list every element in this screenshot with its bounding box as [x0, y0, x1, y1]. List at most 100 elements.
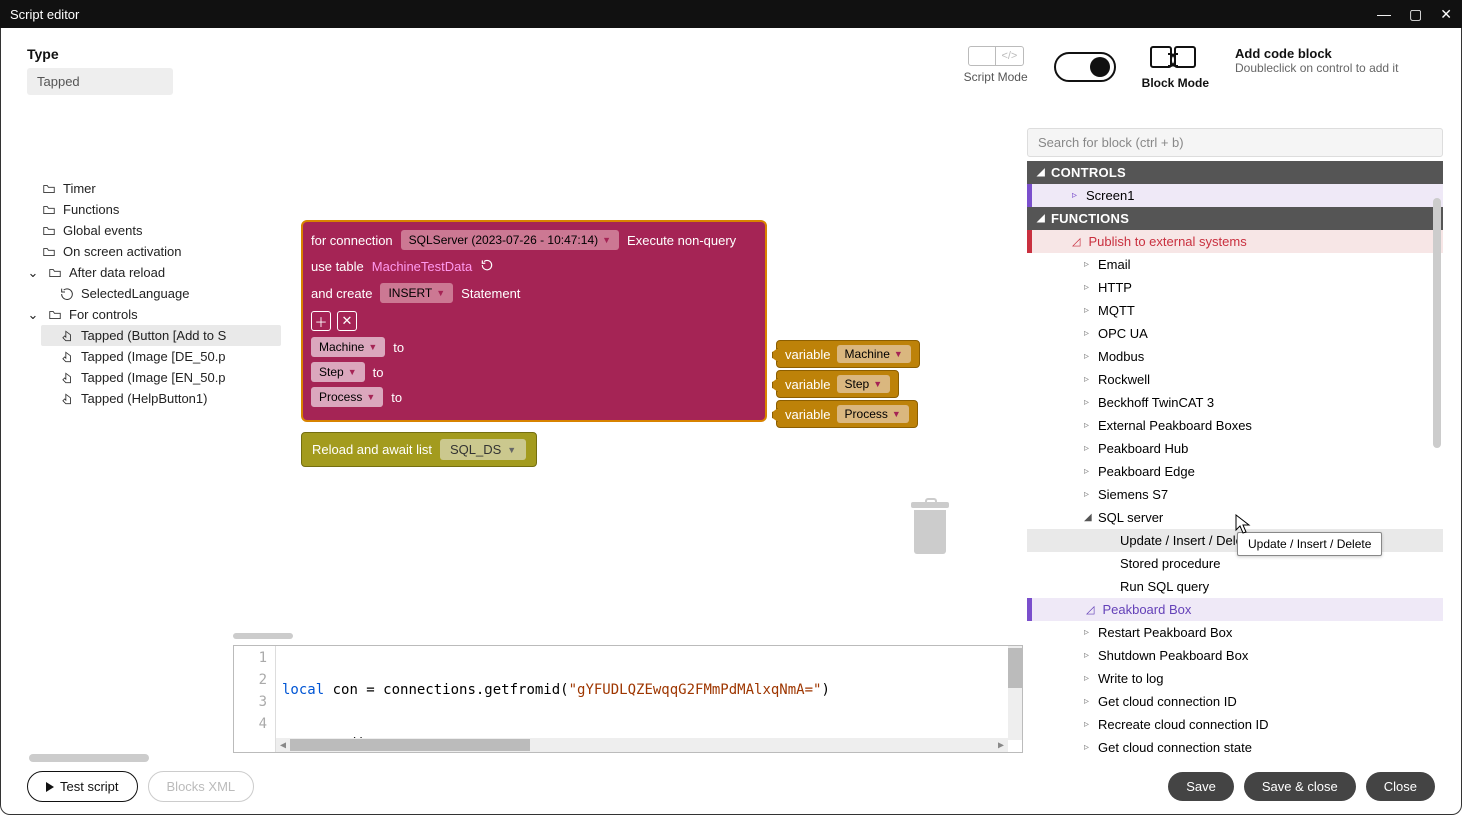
- play-icon: [46, 782, 54, 792]
- horizontal-scrollbar[interactable]: ◀▶: [276, 738, 1008, 752]
- footer: Test script Blocks XML Save Save & close…: [27, 771, 1435, 802]
- palette-peakboard-hub[interactable]: Peakboard Hub: [1027, 437, 1443, 460]
- tree-after-reload[interactable]: ⌄After data reload: [25, 262, 281, 283]
- tap-icon: [59, 371, 75, 385]
- code-lines: local con = connections.getfromid("gYFUD…: [276, 646, 1022, 752]
- palette-recreate-cc-id[interactable]: Recreate cloud connection ID: [1027, 713, 1443, 736]
- type-label: Type: [27, 46, 247, 62]
- save-button[interactable]: Save: [1168, 772, 1234, 801]
- tree-onscreen[interactable]: On screen activation: [41, 241, 281, 262]
- field-step-dropdown[interactable]: Step▼: [311, 362, 365, 382]
- palette-publish-external[interactable]: Publish to external systems: [1027, 230, 1443, 253]
- reload-source-dropdown[interactable]: SQL_DS▼: [440, 439, 526, 460]
- code-preview: 1234 local con = connections.getfromid("…: [233, 633, 1023, 753]
- trash-icon[interactable]: [911, 498, 951, 554]
- mode-switch[interactable]: [1054, 46, 1116, 82]
- vertical-scrollbar[interactable]: [1008, 646, 1022, 740]
- save-close-button[interactable]: Save & close: [1244, 772, 1356, 801]
- palette-restart-box[interactable]: Restart Peakboard Box: [1027, 621, 1443, 644]
- chevron-down-icon: ▼: [507, 445, 516, 455]
- var-process-dropdown[interactable]: Process▼: [837, 405, 909, 423]
- tree-tapped-en[interactable]: Tapped (Image [EN_50.p: [41, 367, 281, 388]
- tree-timer[interactable]: Timer: [41, 178, 281, 199]
- palette-write-log[interactable]: Write to log: [1027, 667, 1443, 690]
- main-container: Type Tapped </> Script Mode Block Mode A…: [0, 28, 1462, 815]
- block-mode-toggle[interactable]: Block Mode: [1142, 46, 1209, 90]
- palette-http[interactable]: HTTP: [1027, 276, 1443, 299]
- reload-block[interactable]: Reload and await list SQL_DS▼: [301, 432, 537, 467]
- palette-email[interactable]: Email: [1027, 253, 1443, 276]
- test-script-button[interactable]: Test script: [27, 771, 138, 802]
- splitter-handle-bottom[interactable]: [29, 754, 149, 762]
- maximize-icon[interactable]: ▢: [1409, 6, 1422, 23]
- chevron-down-icon: ▼: [892, 409, 901, 419]
- palette-opcua[interactable]: OPC UA: [1027, 322, 1443, 345]
- palette-get-cc-id[interactable]: Get cloud connection ID: [1027, 690, 1443, 713]
- field-process-dropdown[interactable]: Process▼: [311, 387, 383, 407]
- palette-get-cc-state[interactable]: Get cloud connection state: [1027, 736, 1443, 754]
- cursor-icon: [1235, 514, 1251, 536]
- chevron-down-icon: ▼: [873, 379, 882, 389]
- statement-type-dropdown[interactable]: INSERT▼: [380, 283, 453, 303]
- connection-dropdown[interactable]: SQLServer (2023-07-26 - 10:47:14)▼: [401, 230, 619, 250]
- addblock-subtitle: Doubleclick on control to add it: [1235, 61, 1435, 75]
- tree-global-events[interactable]: Global events: [41, 220, 281, 241]
- chevron-down-icon: ▼: [366, 392, 375, 402]
- controls-category-header[interactable]: ◢CONTROLS: [1027, 161, 1443, 184]
- block-palette: Search for block (ctrl + b) ◢CONTROLS Sc…: [1027, 128, 1443, 754]
- tree-tapped-add[interactable]: Tapped (Button [Add to S: [41, 325, 281, 346]
- tree-for-controls[interactable]: ⌄For controls: [25, 304, 281, 325]
- minimize-icon[interactable]: —: [1377, 6, 1391, 23]
- var-step-dropdown[interactable]: Step▼: [837, 375, 891, 393]
- close-icon[interactable]: ✕: [1440, 6, 1452, 23]
- header: Type Tapped </> Script Mode Block Mode A…: [27, 46, 1435, 126]
- folder-icon: [41, 182, 57, 196]
- event-tree: Timer Functions Global events On screen …: [41, 178, 281, 409]
- refresh-icon[interactable]: [480, 258, 494, 275]
- palette-rockwell[interactable]: Rockwell: [1027, 368, 1443, 391]
- variable-step-block[interactable]: variableStep▼: [776, 370, 899, 398]
- functions-category-header[interactable]: ◢FUNCTIONS: [1027, 207, 1443, 230]
- tap-icon: [59, 329, 75, 343]
- palette-sql-run-query[interactable]: Run SQL query: [1027, 575, 1443, 598]
- table-name-input[interactable]: MachineTestData: [372, 259, 472, 274]
- close-button[interactable]: Close: [1366, 772, 1435, 801]
- palette-peakboard-edge[interactable]: Peakboard Edge: [1027, 460, 1443, 483]
- code-icon: </>: [968, 46, 1024, 66]
- splitter-handle[interactable]: [233, 633, 293, 639]
- palette-ext-boxes[interactable]: External Peakboard Boxes: [1027, 414, 1443, 437]
- type-value[interactable]: Tapped: [27, 68, 173, 95]
- titlebar: Script editor — ▢ ✕: [0, 0, 1462, 28]
- tree-tapped-de[interactable]: Tapped (Image [DE_50.p: [41, 346, 281, 367]
- remove-field-button[interactable]: ✕: [337, 311, 357, 331]
- chevron-down-icon: ▼: [894, 349, 903, 359]
- tree-functions[interactable]: Functions: [41, 199, 281, 220]
- palette-mqtt[interactable]: MQTT: [1027, 299, 1443, 322]
- tap-icon: [59, 392, 75, 406]
- palette-peakboard-box[interactable]: Peakboard Box: [1027, 598, 1443, 621]
- var-machine-dropdown[interactable]: Machine▼: [837, 345, 911, 363]
- sql-insert-block[interactable]: for connection SQLServer (2023-07-26 - 1…: [301, 220, 767, 422]
- search-input[interactable]: Search for block (ctrl + b): [1027, 128, 1443, 157]
- triangle-down-icon: ◢: [1037, 213, 1045, 224]
- script-mode-toggle[interactable]: </> Script Mode: [964, 46, 1028, 84]
- refresh-icon: [59, 287, 75, 301]
- field-machine-dropdown[interactable]: Machine▼: [311, 337, 385, 357]
- tree-tapped-help[interactable]: Tapped (HelpButton1): [41, 388, 281, 409]
- palette-scrollbar[interactable]: [1433, 168, 1443, 618]
- variable-machine-block[interactable]: variableMachine▼: [776, 340, 920, 368]
- palette-beckhoff[interactable]: Beckhoff TwinCAT 3: [1027, 391, 1443, 414]
- palette-screen1[interactable]: Screen1: [1027, 184, 1443, 207]
- palette-siemens-s7[interactable]: Siemens S7: [1027, 483, 1443, 506]
- palette-shutdown-box[interactable]: Shutdown Peakboard Box: [1027, 644, 1443, 667]
- window-title: Script editor: [10, 7, 79, 22]
- palette-modbus[interactable]: Modbus: [1027, 345, 1443, 368]
- puzzle-icon: [1150, 46, 1200, 72]
- blocks-xml-button[interactable]: Blocks XML: [148, 771, 255, 802]
- block-canvas[interactable]: for connection SQLServer (2023-07-26 - 1…: [301, 208, 1001, 618]
- toggle-icon[interactable]: [1054, 52, 1116, 82]
- add-field-button[interactable]: ＋: [311, 311, 331, 331]
- triangle-down-icon: ◢: [1037, 167, 1045, 178]
- tree-selectedlang[interactable]: SelectedLanguage: [41, 283, 281, 304]
- variable-process-block[interactable]: variableProcess▼: [776, 400, 918, 428]
